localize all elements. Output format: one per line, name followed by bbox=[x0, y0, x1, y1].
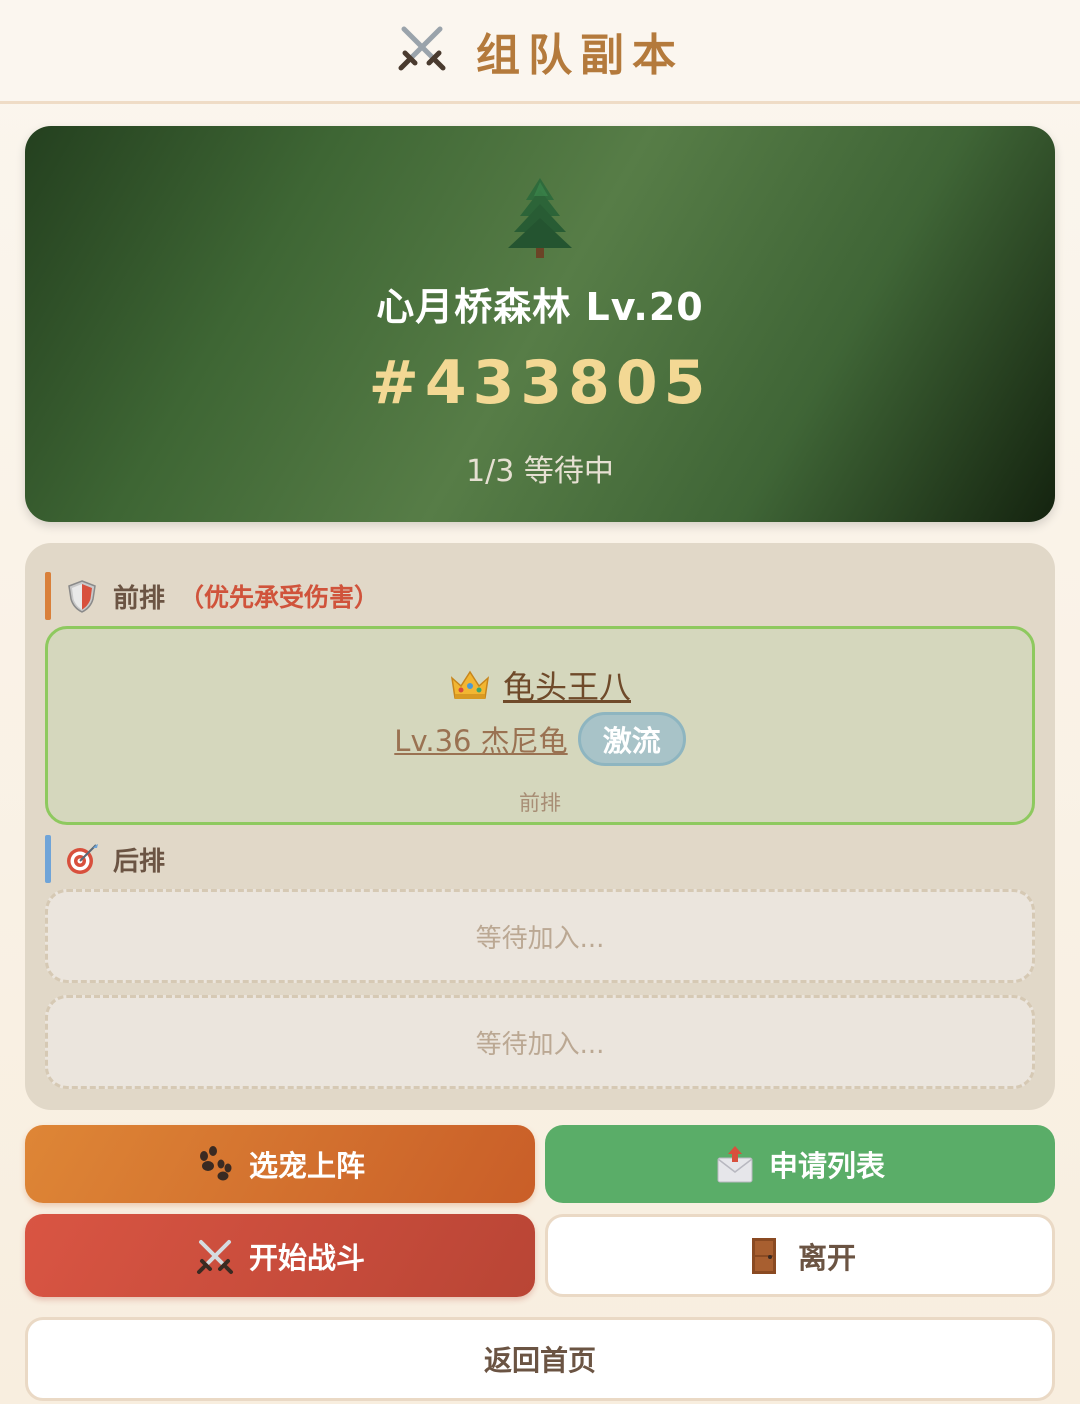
dungeon-name: 心月桥森林 Lv.20 bbox=[376, 285, 704, 329]
room-code: #433805 bbox=[368, 348, 712, 418]
page-header: 组队副本 bbox=[0, 0, 1080, 104]
pick-pet-label: 选宠上阵 bbox=[248, 1149, 365, 1183]
pick-pet-button[interactable]: 选宠上阵 bbox=[25, 1125, 535, 1203]
member-name[interactable]: 龟头王八 bbox=[503, 662, 631, 708]
envelope-icon bbox=[717, 1146, 753, 1183]
page-title: 组队副本 bbox=[476, 29, 684, 81]
back-row-bar bbox=[45, 835, 51, 883]
room-status: 1/3 等待中 bbox=[466, 454, 614, 489]
door-icon bbox=[751, 1237, 776, 1274]
crown-icon bbox=[450, 670, 490, 699]
member-pet-level[interactable]: Lv.36 杰尼龟 bbox=[394, 718, 577, 760]
leave-button[interactable]: 离开 bbox=[545, 1214, 1055, 1297]
target-icon bbox=[67, 844, 98, 874]
skill-badge: 激流 bbox=[577, 712, 686, 766]
home-button[interactable]: 返回首页 bbox=[25, 1317, 1055, 1401]
member-name-row: 龟头王八 bbox=[48, 663, 1032, 707]
team-panel: 前排 （优先承受伤害） 龟头王八 Lv.36 杰尼龟 激流 前排 后排 等待加入… bbox=[25, 543, 1055, 1110]
front-row-label: 前排 bbox=[113, 583, 166, 614]
dungeon-card: 心月桥森林 Lv.20 #433805 1/3 等待中 bbox=[25, 126, 1055, 522]
member-position: 前排 bbox=[519, 791, 561, 815]
applications-button[interactable]: 申请列表 bbox=[545, 1125, 1055, 1203]
back-slot-empty[interactable]: 等待加入... bbox=[45, 995, 1035, 1089]
member-pet-row: Lv.36 杰尼龟 激流 bbox=[48, 711, 1032, 767]
front-row-hint: （优先承受伤害） bbox=[179, 583, 380, 612]
page: 组队副本 心月桥森林 Lv.20 #433805 1/3 等待中 前排 （优先承… bbox=[0, 0, 1080, 1404]
crossed-swords-icon bbox=[396, 21, 448, 80]
front-row-bar bbox=[45, 572, 51, 620]
back-slot-empty[interactable]: 等待加入... bbox=[45, 889, 1035, 983]
front-slot-member[interactable]: 龟头王八 Lv.36 杰尼龟 激流 前排 bbox=[45, 626, 1035, 825]
applications-label: 申请列表 bbox=[768, 1149, 885, 1183]
shield-icon bbox=[68, 580, 96, 613]
back-row-label: 后排 bbox=[113, 846, 166, 877]
start-battle-label: 开始战斗 bbox=[248, 1240, 365, 1275]
paw-icon bbox=[199, 1146, 232, 1181]
back-row-header: 后排 bbox=[45, 835, 165, 883]
home-label: 返回首页 bbox=[483, 1344, 596, 1377]
pine-tree-icon bbox=[508, 178, 572, 258]
front-row-header: 前排 （优先承受伤害） bbox=[45, 572, 379, 620]
crossed-swords-icon bbox=[196, 1239, 233, 1274]
leave-label: 离开 bbox=[797, 1240, 856, 1275]
start-battle-button[interactable]: 开始战斗 bbox=[25, 1214, 535, 1297]
